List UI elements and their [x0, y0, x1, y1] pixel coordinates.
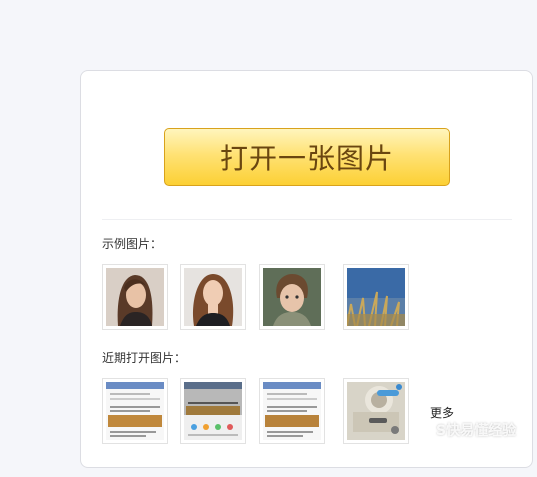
image-picker-panel: 打开一张图片 示例图片： 近期打开图片： 更多	[80, 70, 533, 468]
chat-screenshot-icon	[106, 382, 164, 440]
example-image-3[interactable]	[259, 264, 325, 330]
watermark: S快易懂经验	[436, 423, 517, 439]
more-link[interactable]: 更多	[430, 404, 454, 421]
examples-label: 示例图片：	[102, 237, 163, 251]
recent-label: 近期打开图片：	[102, 351, 187, 365]
recent-image-1[interactable]	[102, 378, 168, 444]
open-image-button[interactable]: 打开一张图片	[164, 128, 450, 186]
seaside-grass-icon	[347, 268, 405, 326]
recent-image-4[interactable]	[343, 378, 409, 444]
woman-portrait-icon	[106, 268, 164, 326]
chat-screenshot-icon	[184, 382, 242, 440]
open-image-button-label: 打开一张图片	[219, 142, 394, 175]
map-screenshot-icon	[347, 382, 405, 440]
divider	[102, 219, 512, 220]
recent-image-2[interactable]	[180, 378, 246, 444]
woman-portrait-icon	[184, 268, 242, 326]
example-image-4[interactable]	[343, 264, 409, 330]
example-image-1[interactable]	[102, 264, 168, 330]
recent-image-3[interactable]	[259, 378, 325, 444]
chat-screenshot-icon	[263, 382, 321, 440]
example-image-2[interactable]	[180, 264, 246, 330]
child-portrait-icon	[263, 268, 321, 326]
